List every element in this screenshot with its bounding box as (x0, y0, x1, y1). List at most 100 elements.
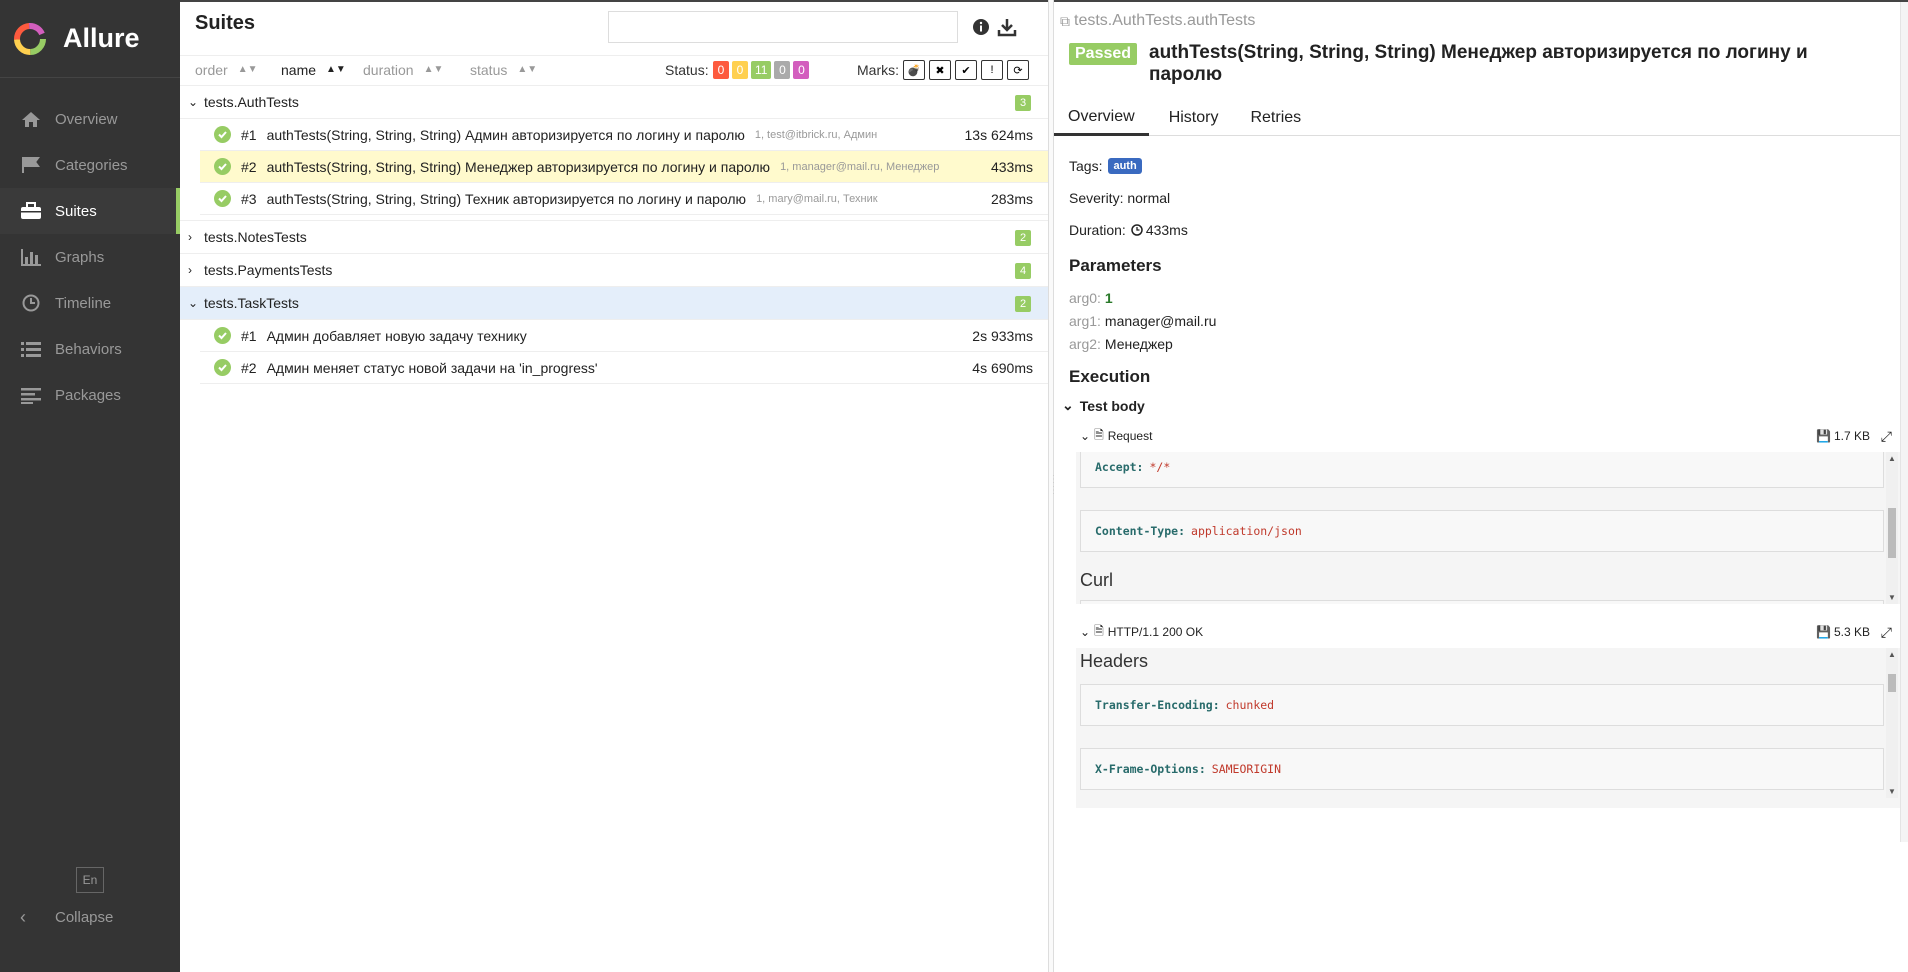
tab-retries[interactable]: Retries (1236, 100, 1315, 136)
attachment-size-value: 1.7 KB (1833, 429, 1870, 443)
brand[interactable]: Allure (0, 0, 180, 78)
scroll-down-icon[interactable]: ▼ (1886, 787, 1898, 796)
sidebar-nav: Overview Categories Suites Graphs Timeli… (0, 96, 180, 418)
chevron-down-icon: ⌄ (1080, 429, 1091, 443)
tag-badge: auth (1108, 158, 1142, 174)
new-passed-mark-toggle[interactable]: ✔ (955, 60, 977, 80)
suites-header: Suites (180, 2, 1048, 56)
param-key: arg2: (1069, 335, 1101, 352)
attachment-response-content: Headers Transfer-Encoding: chunked X-Fra… (1076, 648, 1900, 808)
sidebar-item-overview[interactable]: Overview (0, 96, 180, 142)
header-line: Transfer-Encoding: chunked (1080, 684, 1884, 726)
status-filter-label: Status: (665, 62, 709, 78)
header-key: Transfer-Encoding: (1095, 698, 1220, 712)
header-key: Accept: (1095, 460, 1144, 474)
group-count-badge: 2 (1015, 230, 1031, 246)
test-title: authTests(String, String, String) Менедж… (1149, 42, 1808, 85)
scroll-thumb[interactable] (1888, 674, 1896, 692)
sorter-label: order (195, 62, 228, 78)
sidebar-item-suites[interactable]: Suites (0, 188, 180, 234)
step-test-body[interactable]: ⌄ Test body (1062, 397, 1145, 414)
new-failed-mark-toggle[interactable]: ✖ (929, 60, 951, 80)
language-switch[interactable]: En (76, 867, 104, 893)
table-row-selected[interactable]: #2 authTests(String, String, String) Мен… (200, 151, 1048, 183)
test-name: Админ добавляет новую задачу технику (266, 327, 527, 344)
sidebar-item-behaviors[interactable]: Behaviors (0, 326, 180, 372)
scroll-up-icon[interactable]: ▲ (1886, 650, 1898, 659)
search-input[interactable] (608, 11, 958, 43)
sidebar-item-timeline[interactable]: Timeline (0, 280, 180, 326)
table-row[interactable]: #2 Админ меняет статус новой задачи на '… (200, 352, 1048, 384)
save-icon: 💾 (1816, 625, 1831, 639)
collapse-button[interactable]: ‹ Collapse (20, 904, 113, 930)
group-name: tests.NotesTests (204, 229, 307, 245)
retries-mark-toggle[interactable]: ⟳ (1007, 60, 1029, 80)
status-unknown-toggle[interactable]: 0 (793, 61, 810, 79)
flag-icon (22, 157, 40, 173)
marks-filter: 💣 ✖ ✔ ! ⟳ (903, 60, 1029, 80)
info-icon[interactable] (970, 16, 992, 38)
header-line: X-Frame-Options: SAMEORIGIN (1080, 748, 1884, 790)
parameter-row: arg2: Менеджер (1069, 332, 1889, 355)
test-params: 1, mary@mail.ru, Техник (756, 192, 878, 205)
tab-overview[interactable]: Overview (1054, 100, 1149, 136)
scroll-thumb[interactable] (1888, 508, 1896, 558)
sidebar-item-categories[interactable]: Categories (0, 142, 180, 188)
sort-icon: ▲▼ (423, 64, 444, 75)
sidebar-item-graphs[interactable]: Graphs (0, 234, 180, 280)
attachment-response-header[interactable]: ⌄ 🗎 HTTP/1.1 200 OK 💾 5.3 KB ⤢ (1080, 620, 1894, 644)
sort-by-name[interactable]: name ▲▼ (281, 62, 346, 78)
table-row[interactable]: #3 authTests(String, String, String) Тех… (200, 183, 1048, 215)
tags-label: Tags: (1069, 158, 1103, 174)
flaky-mark-toggle[interactable]: 💣 (903, 60, 925, 80)
chevron-down-icon: ⌄ (1080, 625, 1091, 639)
status-skipped-toggle[interactable]: 0 (774, 61, 791, 79)
status-failed-toggle[interactable]: 0 (713, 61, 729, 79)
new-broken-mark-toggle[interactable]: ! (981, 60, 1003, 80)
tab-history[interactable]: History (1155, 100, 1233, 136)
group-name: tests.TaskTests (204, 295, 299, 311)
passed-icon (214, 190, 231, 207)
sort-by-status[interactable]: status ▲▼ (470, 62, 537, 78)
chevron-down-icon: ⌄ (188, 296, 199, 310)
table-row[interactable]: #1 Админ добавляет новую задачу технику … (200, 320, 1048, 352)
collapse-label: Collapse (55, 908, 114, 926)
tree-group-authtests[interactable]: ⌄ tests.AuthTests 3 (180, 86, 1048, 119)
file-icon: 🗎 (1094, 427, 1104, 442)
test-name: authTests(String, String, String) Менедж… (266, 158, 771, 175)
test-name: authTests(String, String, String) Админ … (266, 126, 745, 143)
test-order: #1 (241, 126, 257, 143)
scroll-down-icon[interactable]: ▼ (1886, 593, 1898, 602)
attachment-name: HTTP/1.1 200 OK (1107, 625, 1204, 639)
scroll-up-icon[interactable]: ▲ (1886, 454, 1898, 463)
tree-group-paymentstests[interactable]: › tests.PaymentsTests 4 (180, 254, 1048, 287)
duration-label: Duration: (1069, 222, 1126, 238)
tree-group-tasktests[interactable]: ⌄ tests.TaskTests 2 (180, 287, 1048, 320)
status-broken-toggle[interactable]: 0 (732, 61, 748, 79)
scrollbar[interactable]: ▲ ▼ (1886, 648, 1898, 798)
status-passed-toggle[interactable]: 11 (751, 61, 772, 79)
duration-value: 433ms (1145, 222, 1188, 238)
sidebar-item-label: Graphs (55, 248, 105, 266)
expand-icon[interactable]: ⤢ (1881, 428, 1892, 445)
test-name: authTests(String, String, String) Техник… (266, 190, 747, 207)
marks-filter-label: Marks: (857, 62, 899, 78)
table-row[interactable]: #1 authTests(String, String, String) Адм… (200, 119, 1048, 151)
sort-by-order[interactable]: order ▲▼ (195, 62, 257, 78)
parameters-list: arg0: 1 arg1: manager@mail.ru arg2: Менедже… (1069, 286, 1889, 355)
attachment-request-header[interactable]: ⌄ 🗎 Request 💾 1.7 KB ⤢ (1080, 424, 1894, 448)
sort-by-duration[interactable]: duration ▲▼ (363, 62, 443, 78)
tree-group-notestests[interactable]: › tests.NotesTests 2 (180, 221, 1048, 254)
copy-icon[interactable]: ⧉ (1060, 13, 1070, 30)
test-full-path: tests.AuthTests.authTests (1074, 12, 1256, 29)
splitter-grip-icon[interactable]: ⋮⋮ (1049, 474, 1059, 502)
test-name: Админ меняет статус новой задачи на 'in_… (266, 359, 598, 376)
severity-line: Severity: normal (1069, 190, 1171, 206)
page-title: Suites (195, 12, 256, 34)
detail-scrollbar[interactable] (1900, 2, 1908, 842)
sidebar-item-packages[interactable]: Packages (0, 372, 180, 418)
header-key: Content-Type: (1095, 524, 1186, 538)
scrollbar[interactable]: ▲ ▼ (1886, 452, 1898, 604)
download-icon[interactable] (996, 16, 1018, 38)
expand-icon[interactable]: ⤢ (1881, 624, 1892, 641)
